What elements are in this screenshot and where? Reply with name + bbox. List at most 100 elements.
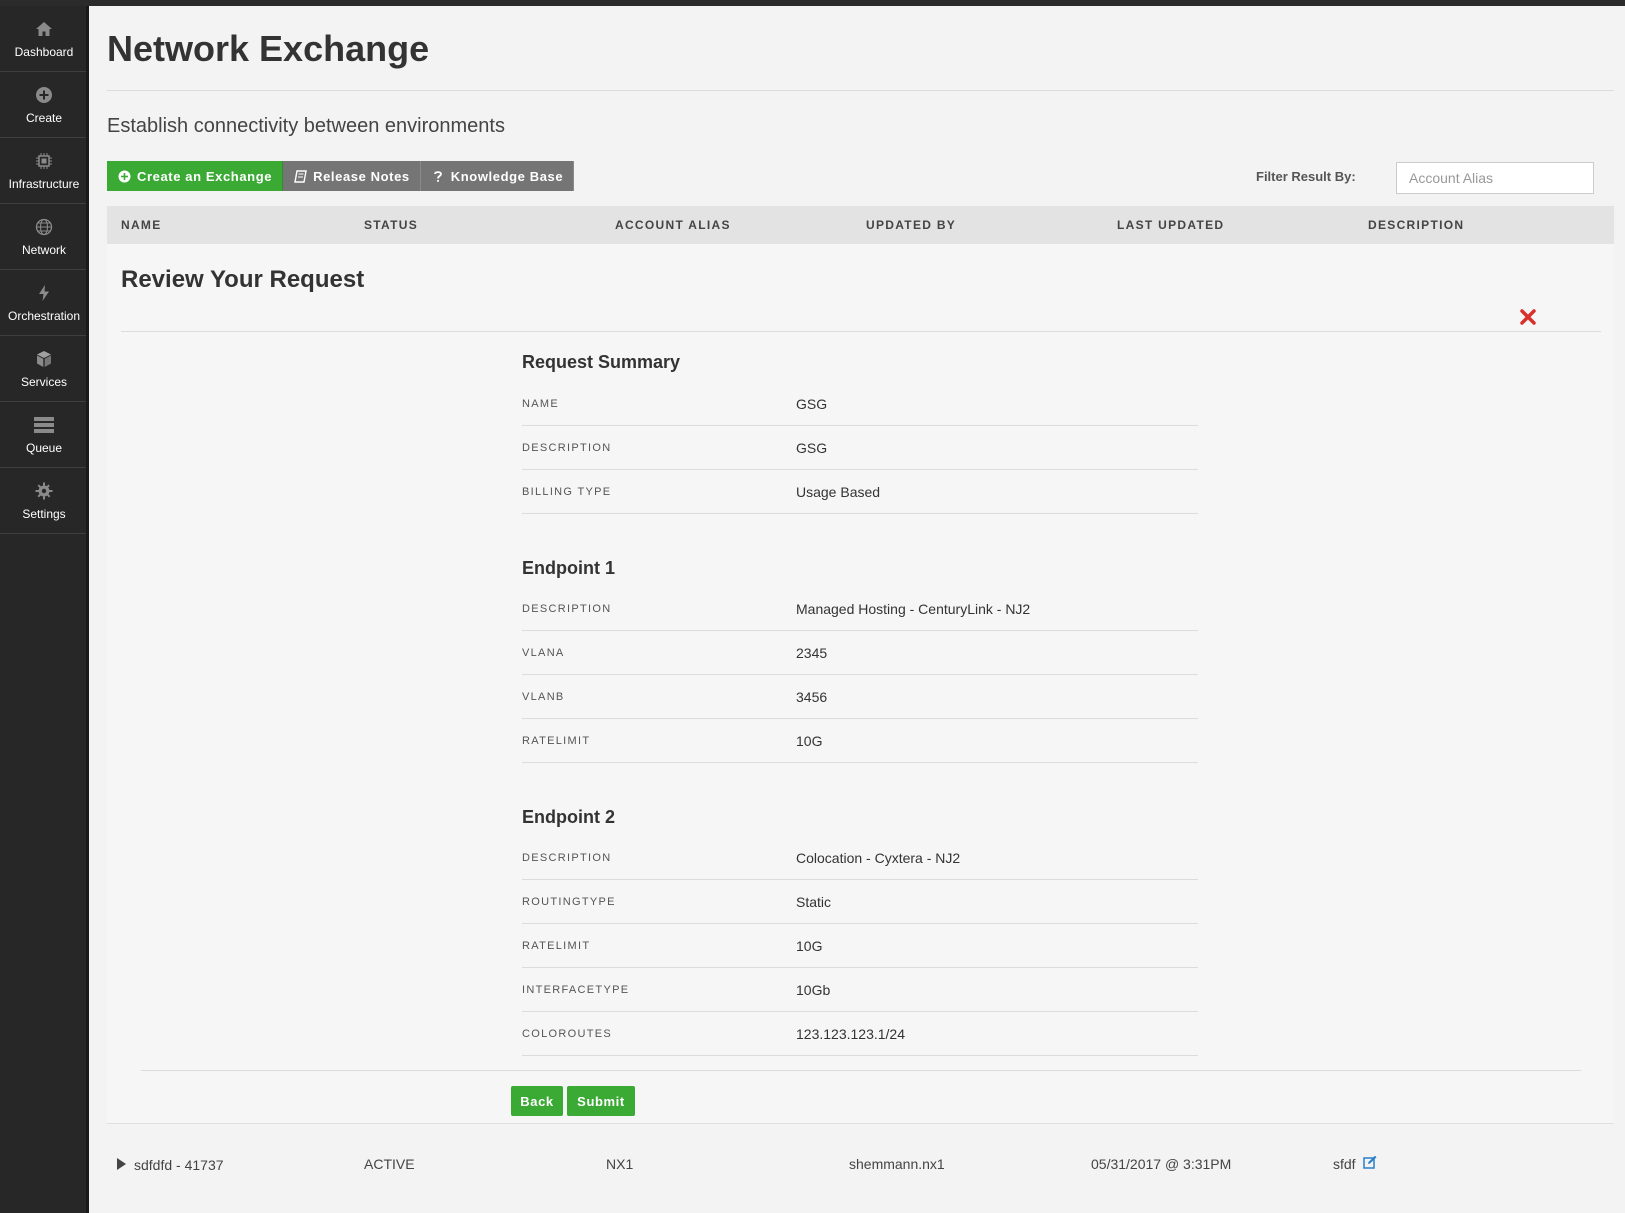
endpoint-1-title: Endpoint 1 <box>522 558 615 578</box>
sidebar-item-infrastructure[interactable]: Infrastructure <box>0 138 88 204</box>
release-notes-label: Release Notes <box>313 168 410 184</box>
table-row[interactable]: sdfdfd - 41737 ACTIVE NX1 shemmann.nx1 0… <box>107 1124 1614 1174</box>
plus-circle-icon <box>34 85 54 105</box>
field-label: NAME <box>522 398 559 410</box>
endpoint-1-row: VLANB 3456 <box>522 675 1198 719</box>
sidebar-item-label: Dashboard <box>14 44 74 59</box>
field-label: RATELIMIT <box>522 735 591 747</box>
knowledge-base-button[interactable]: Knowledge Base <box>420 161 575 191</box>
field-value: 10Gb <box>796 982 831 998</box>
page-subtitle: Establish connectivity between environme… <box>107 115 505 137</box>
row-account-alias: NX1 <box>606 1156 634 1172</box>
actions-divider <box>141 1070 1581 1071</box>
cube-icon <box>34 349 54 369</box>
column-header-updated-by[interactable]: UPDATED BY <box>866 218 956 232</box>
bolt-icon <box>34 283 54 303</box>
knowledge-base-label: Knowledge Base <box>450 168 564 184</box>
endpoint-1-row: DESCRIPTION Managed Hosting - CenturyLin… <box>522 587 1198 631</box>
summary-row: NAME GSG <box>522 382 1198 426</box>
sidebar-item-settings[interactable]: Settings <box>0 468 88 534</box>
field-label: RATELIMIT <box>522 940 591 952</box>
plus-circle-icon <box>117 169 131 183</box>
review-title: Review Your Request <box>121 266 365 293</box>
field-label: ROUTINGTYPE <box>522 896 616 908</box>
table-header: NAME STATUS ACCOUNT ALIAS UPDATED BY LAS… <box>107 206 1614 244</box>
field-value: Static <box>796 894 832 910</box>
sidebar-item-queue[interactable]: Queue <box>0 402 88 468</box>
column-header-description[interactable]: DESCRIPTION <box>1368 218 1464 232</box>
toolbar: Create an Exchange Release Notes Knowled… <box>107 161 575 191</box>
field-value: Managed Hosting - CenturyLink - NJ2 <box>796 601 1031 617</box>
sidebar-item-label: Services <box>20 374 67 389</box>
home-icon <box>34 19 54 39</box>
field-label: BILLING TYPE <box>522 486 612 498</box>
field-label: DESCRIPTION <box>522 603 612 615</box>
sidebar-item-label: Queue <box>25 440 63 455</box>
column-header-account-alias[interactable]: ACCOUNT ALIAS <box>615 218 731 232</box>
field-value: 10G <box>796 938 823 954</box>
create-exchange-button[interactable]: Create an Exchange <box>107 161 284 191</box>
title-divider <box>107 90 1614 91</box>
row-last-updated: 05/31/2017 @ 3:31PM <box>1091 1156 1232 1172</box>
sidebar-item-dashboard[interactable]: Dashboard <box>0 6 88 72</box>
review-request-panel: Review Your Request Request Summary NAME… <box>107 244 1614 1124</box>
endpoint-1-row: VLANA 2345 <box>522 631 1198 675</box>
endpoint-2-row: RATELIMIT 10G <box>522 924 1198 968</box>
sidebar-item-label: Settings <box>22 506 66 521</box>
field-label: DESCRIPTION <box>522 442 612 454</box>
sidebar-item-services[interactable]: Services <box>0 336 88 402</box>
field-value: 10G <box>796 733 823 749</box>
server-stack-icon <box>34 415 54 435</box>
field-label: DESCRIPTION <box>522 852 612 864</box>
globe-icon <box>34 217 54 237</box>
back-button[interactable]: Back <box>511 1086 563 1116</box>
field-value: 3456 <box>796 689 828 705</box>
gear-icon <box>34 481 54 501</box>
sidebar: Dashboard Create Infrastructure Network … <box>0 6 88 1213</box>
sidebar-item-network[interactable]: Network <box>0 204 88 270</box>
expand-arrow-icon[interactable] <box>115 1157 127 1171</box>
row-updated-by: shemmann.nx1 <box>849 1156 945 1172</box>
filter-label: Filter Result By: <box>1256 169 1356 184</box>
column-header-last-updated[interactable]: LAST UPDATED <box>1117 218 1224 232</box>
summary-row: BILLING TYPE Usage Based <box>522 470 1198 514</box>
field-label: VLANB <box>522 691 565 703</box>
summary-row: DESCRIPTION GSG <box>522 426 1198 470</box>
sidebar-item-label: Create <box>25 110 63 125</box>
page-title: Network Exchange <box>107 28 430 69</box>
release-notes-button[interactable]: Release Notes <box>283 161 421 191</box>
submit-button[interactable]: Submit <box>567 1086 635 1116</box>
row-status: ACTIVE <box>364 1156 415 1172</box>
book-icon <box>293 169 307 183</box>
account-alias-filter-input[interactable] <box>1396 162 1594 194</box>
close-icon[interactable] <box>1519 308 1537 326</box>
sidebar-item-label: Network <box>21 242 66 257</box>
main-content: Network Exchange Establish connectivity … <box>88 6 1625 1213</box>
field-value: 123.123.123.1/24 <box>796 1026 905 1042</box>
field-label: COLOROUTES <box>522 1028 613 1040</box>
sidebar-item-orchestration[interactable]: Orchestration <box>0 270 88 336</box>
endpoint-2-title: Endpoint 2 <box>522 807 615 827</box>
field-label: VLANA <box>522 647 565 659</box>
field-value: 2345 <box>796 645 828 661</box>
column-header-status[interactable]: STATUS <box>364 218 418 232</box>
endpoint-2-row: COLOROUTES 123.123.123.1/24 <box>522 1012 1198 1056</box>
row-name: sdfdfd - 41737 <box>134 1157 224 1173</box>
sidebar-item-label: Infrastructure <box>8 176 80 191</box>
sidebar-item-label: Orchestration <box>7 308 81 323</box>
field-label: INTERFACETYPE <box>522 984 630 996</box>
panel-divider <box>121 331 1601 332</box>
request-summary-title: Request Summary <box>522 352 681 372</box>
create-exchange-label: Create an Exchange <box>137 168 273 184</box>
endpoint-1-row: RATELIMIT 10G <box>522 719 1198 763</box>
endpoint-2-row: DESCRIPTION Colocation - Cyxtera - NJ2 <box>522 836 1198 880</box>
field-value: Colocation - Cyxtera - NJ2 <box>796 850 961 866</box>
question-icon <box>431 169 445 183</box>
edit-icon[interactable] <box>1363 1155 1377 1172</box>
endpoint-2-row: INTERFACETYPE 10Gb <box>522 968 1198 1012</box>
field-value: GSG <box>796 440 828 456</box>
sidebar-item-create[interactable]: Create <box>0 72 88 138</box>
field-value: GSG <box>796 396 828 412</box>
column-header-name[interactable]: NAME <box>121 218 162 232</box>
endpoint-2-row: ROUTINGTYPE Static <box>522 880 1198 924</box>
